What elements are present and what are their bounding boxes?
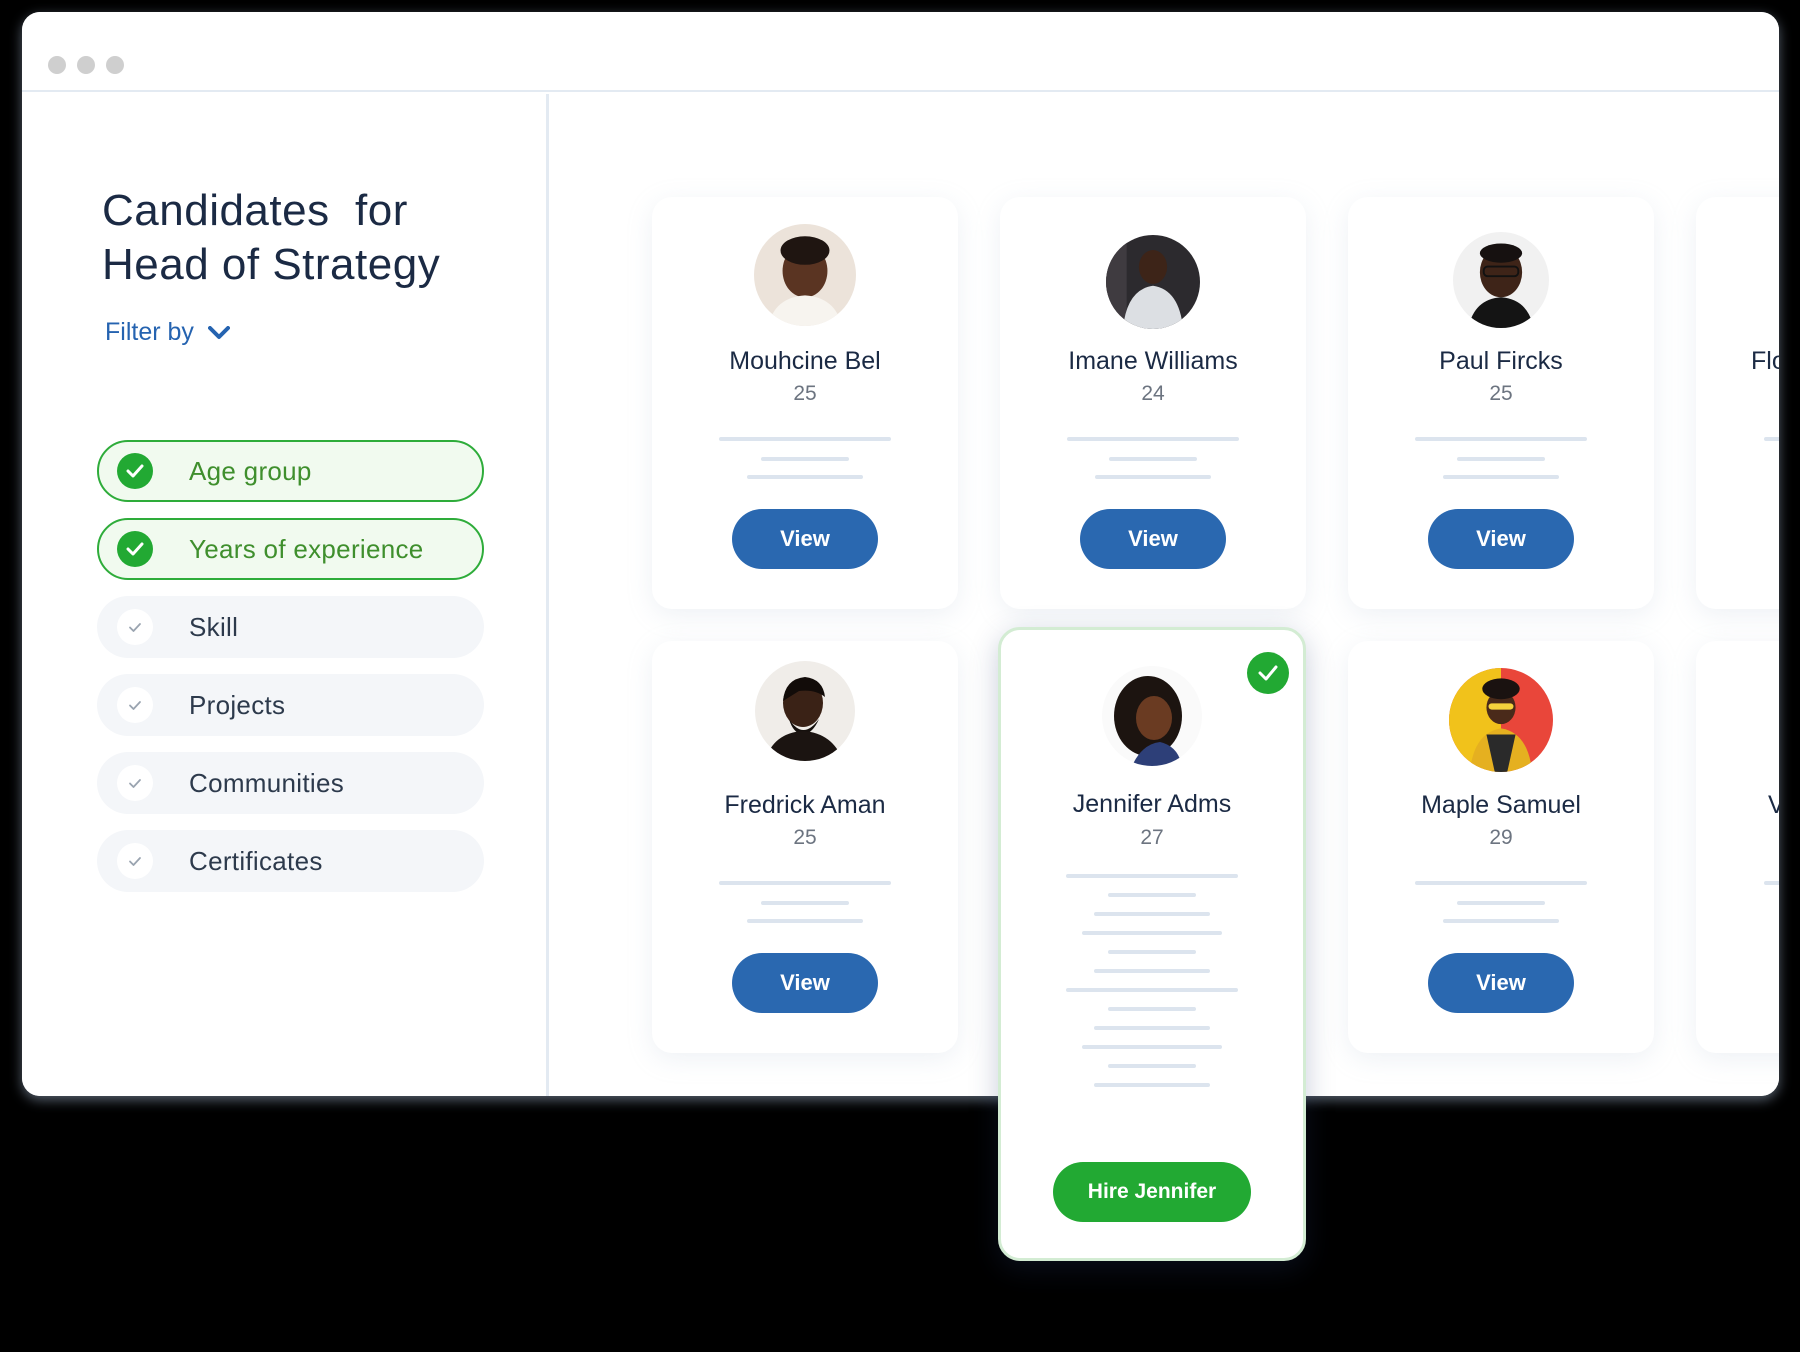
view-button[interactable]: View xyxy=(732,509,878,569)
skeleton-line xyxy=(1082,931,1222,935)
avatar[interactable] xyxy=(754,224,856,326)
skeleton-line xyxy=(1094,969,1210,973)
skeleton-line xyxy=(1764,881,1779,885)
avatar[interactable] xyxy=(755,661,855,761)
candidate-age: 27 xyxy=(1140,826,1164,849)
skeleton-line xyxy=(719,881,891,885)
view-button[interactable]: View xyxy=(1428,509,1574,569)
skeleton-line xyxy=(1094,1083,1210,1087)
candidate-age: 25 xyxy=(793,382,817,405)
candidate-name: Imane Williams xyxy=(1068,347,1238,375)
window-dot-icon[interactable] xyxy=(106,56,124,74)
filter-label: Communities xyxy=(189,767,345,798)
candidate-card: Maple Samuel 29 View xyxy=(1348,641,1654,1053)
skeleton-line xyxy=(1108,1064,1196,1068)
window-dot-icon[interactable] xyxy=(77,56,95,74)
candidate-name: Jennifer Adms xyxy=(1072,790,1232,818)
skeleton-line xyxy=(1109,457,1197,461)
page-title-line-2: Head of Strategy xyxy=(102,240,441,289)
candidate-card: Mouhcine Bel 25 View xyxy=(652,197,958,609)
check-icon xyxy=(117,687,153,723)
skeleton-line xyxy=(761,457,849,461)
candidate-name: Mouhcine Bel xyxy=(729,347,881,375)
page-title: Candidates for Head of Strategy xyxy=(102,184,522,292)
skeleton-line xyxy=(719,437,891,441)
candidate-card-partial: V xyxy=(1696,641,1779,1053)
filter-years-of-experience[interactable]: Years of experience xyxy=(97,518,484,580)
skeleton-line xyxy=(1094,912,1210,916)
filter-label: Projects xyxy=(189,689,286,720)
hire-button[interactable]: Hire Jennifer xyxy=(1053,1162,1251,1222)
skeleton-line xyxy=(1108,1007,1196,1011)
filter-label: Certificates xyxy=(189,845,323,876)
candidate-name: V xyxy=(1768,791,1779,819)
filter-sidebar: Candidates for Head of Strategy Filter b… xyxy=(22,94,549,1096)
skeleton-line xyxy=(1067,437,1239,441)
avatar[interactable] xyxy=(1102,666,1202,766)
view-button[interactable]: View xyxy=(1428,953,1574,1013)
app-window: Candidates for Head of Strategy Filter b… xyxy=(22,12,1779,1096)
skeleton-line xyxy=(1095,475,1211,479)
candidate-name: Flo xyxy=(1751,347,1779,375)
skeleton-line xyxy=(1415,881,1587,885)
page-title-line-1: Candidates for xyxy=(102,186,408,235)
skeleton-line xyxy=(1443,475,1559,479)
skeleton-line xyxy=(1457,901,1545,905)
skeleton-line xyxy=(1764,437,1779,441)
view-button[interactable]: View xyxy=(1080,509,1226,569)
filter-communities[interactable]: Communities xyxy=(97,752,484,814)
candidate-name: Maple Samuel xyxy=(1421,791,1581,819)
filter-label: Age group xyxy=(189,455,312,486)
filter-skill[interactable]: Skill xyxy=(97,596,484,658)
candidate-card: Fredrick Aman 25 View xyxy=(652,641,958,1053)
filter-certificates[interactable]: Certificates xyxy=(97,830,484,892)
skeleton-line xyxy=(1108,893,1196,897)
filter-list: Age group Years of experience Skill Proj… xyxy=(97,440,484,908)
filter-by-dropdown[interactable]: Filter by xyxy=(105,318,230,347)
filter-projects[interactable]: Projects xyxy=(97,674,484,736)
check-icon xyxy=(117,609,153,645)
candidate-card: Paul Fircks 25 View xyxy=(1348,197,1654,609)
candidate-age: 25 xyxy=(1489,382,1513,405)
avatar[interactable] xyxy=(1106,235,1200,329)
skeleton-line xyxy=(1443,919,1559,923)
filter-label: Skill xyxy=(189,611,239,642)
skeleton-line xyxy=(1082,1045,1222,1049)
skeleton-line xyxy=(1415,437,1587,441)
skeleton-line xyxy=(747,919,863,923)
skeleton-line xyxy=(1066,988,1238,992)
avatar[interactable] xyxy=(1453,232,1549,328)
view-button[interactable]: View xyxy=(732,953,878,1013)
check-icon xyxy=(1247,652,1289,694)
window-titlebar xyxy=(22,12,1779,92)
skeleton-line xyxy=(1066,874,1238,878)
filter-label: Years of experience xyxy=(189,533,424,564)
filter-by-label: Filter by xyxy=(105,318,194,346)
avatar[interactable] xyxy=(1449,668,1553,772)
check-icon xyxy=(117,843,153,879)
check-icon xyxy=(117,453,153,489)
candidate-age: 24 xyxy=(1141,382,1165,405)
check-icon xyxy=(117,531,153,567)
skeleton-line xyxy=(1457,457,1545,461)
candidate-card-partial: Flo xyxy=(1696,197,1779,609)
candidate-card: Imane Williams 24 View xyxy=(1000,197,1306,609)
filter-age-group[interactable]: Age group xyxy=(97,440,484,502)
candidate-name: Fredrick Aman xyxy=(724,791,886,819)
chevron-down-icon xyxy=(207,325,230,340)
skeleton-line xyxy=(1108,950,1196,954)
candidate-name: Paul Fircks xyxy=(1439,347,1563,375)
window-dot-icon[interactable] xyxy=(48,56,66,74)
skeleton-line xyxy=(747,475,863,479)
skeleton-line xyxy=(1094,1026,1210,1030)
check-icon xyxy=(117,765,153,801)
candidate-age: 25 xyxy=(793,826,817,849)
candidate-age: 29 xyxy=(1489,826,1513,849)
skeleton-line xyxy=(761,901,849,905)
selected-candidate-card[interactable]: Jennifer Adms 27 Hire Jennifer xyxy=(998,627,1306,1261)
